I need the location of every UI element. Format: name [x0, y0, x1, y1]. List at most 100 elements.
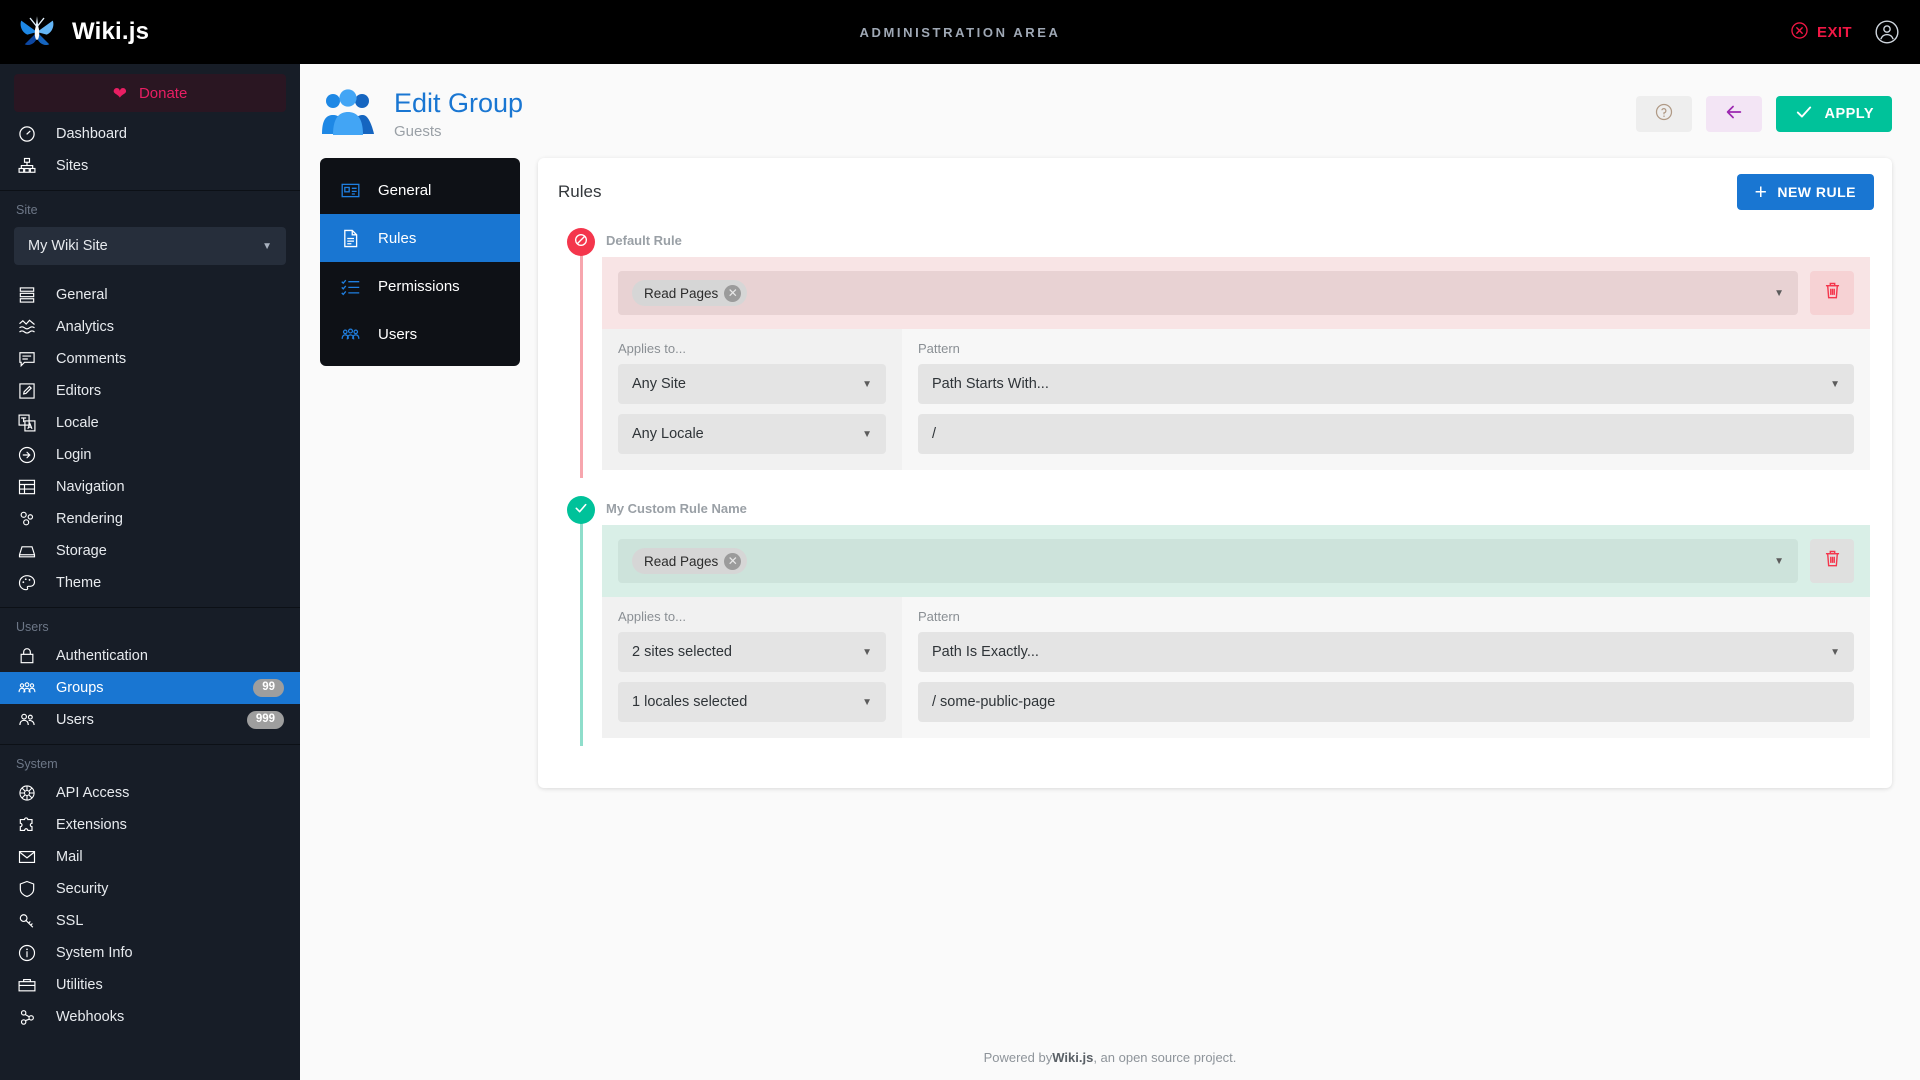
sidebar-item-editors[interactable]: Editors [0, 375, 300, 407]
locale-scope-select[interactable]: Any Locale ▼ [618, 414, 886, 454]
table-icon [16, 476, 38, 498]
rule-mode-toggle-deny[interactable] [567, 228, 595, 256]
sidebar-item-extensions[interactable]: Extensions [0, 809, 300, 841]
sidebar-item-login[interactable]: Login [0, 439, 300, 471]
tab-users[interactable]: Users [320, 310, 520, 358]
account-circle-icon[interactable] [1874, 19, 1900, 45]
sidebar-item-system-info[interactable]: System Info [0, 937, 300, 969]
donate-button[interactable]: ❤ Donate [14, 74, 286, 112]
match-type-select[interactable]: Path Is Exactly... ▼ [918, 632, 1854, 672]
drive-icon [16, 540, 38, 562]
donate-label: Donate [139, 85, 187, 102]
apply-label: APPLY [1824, 106, 1874, 122]
sidebar-item-groups[interactable]: Groups 99 [0, 672, 300, 704]
sidebar-item-api-access[interactable]: API Access [0, 777, 300, 809]
group-tabs: General Rules [320, 158, 520, 366]
pattern-label: Pattern [918, 341, 1854, 356]
site-selector-value: My Wiki Site [28, 238, 108, 254]
rules-panel-header: Rules + NEW RULE [538, 158, 1892, 220]
site-scope-select[interactable]: 2 sites selected ▼ [618, 632, 886, 672]
locale-scope-value: Any Locale [632, 426, 704, 442]
donate-wrap: ❤ Donate [0, 64, 300, 118]
rule-body: My Custom Rule Name Read Pages ✕ ▼ [602, 496, 1870, 738]
sidebar-item-analytics[interactable]: Analytics [0, 311, 300, 343]
footer: Powered by Wiki.js , an open source proj… [300, 1034, 1920, 1080]
site-scope-select[interactable]: Any Site ▼ [618, 364, 886, 404]
sidebar-item-dashboard[interactable]: Dashboard [0, 118, 300, 150]
wikijs-butterfly-logo [16, 11, 58, 53]
sidebar-item-webhooks[interactable]: Webhooks [0, 1001, 300, 1033]
delete-rule-button[interactable] [1810, 271, 1854, 315]
sidebar-item-utilities[interactable]: Utilities [0, 969, 300, 1001]
permission-chip-label: Read Pages [644, 286, 718, 301]
page-title-block: Edit Group Guests [394, 88, 523, 139]
sidebar-item-users[interactable]: Users 999 [0, 704, 300, 736]
tab-permissions[interactable]: Permissions [320, 262, 520, 310]
toolbox-icon [16, 974, 38, 996]
sidebar-item-label: SSL [56, 913, 284, 929]
site-scope-value: Any Site [632, 376, 686, 392]
sidebar-item-ssl[interactable]: SSL [0, 905, 300, 937]
apply-button[interactable]: APPLY [1776, 96, 1892, 132]
sidebar-item-general[interactable]: General [0, 279, 300, 311]
sidebar-item-comments[interactable]: Comments [0, 343, 300, 375]
site-selector[interactable]: My Wiki Site ▼ [14, 227, 286, 265]
exit-button[interactable]: EXIT [1790, 21, 1852, 44]
account-group-color-icon [320, 86, 376, 142]
rule-mode-toggle-allow[interactable] [567, 496, 595, 524]
palette-icon [16, 572, 38, 594]
delete-rule-button[interactable] [1810, 539, 1854, 583]
trash-icon [1822, 548, 1843, 574]
mail-icon [16, 846, 38, 868]
sidebar-section-site: Site [0, 191, 300, 223]
back-button[interactable] [1706, 96, 1762, 132]
rule-permissions-select[interactable]: Read Pages ✕ ▼ [618, 539, 1798, 583]
sidebar-section-users: Users [0, 608, 300, 640]
chevron-down-icon: ▼ [862, 647, 872, 658]
sidebar-item-navigation[interactable]: Navigation [0, 471, 300, 503]
sidebar-item-locale[interactable]: Locale [0, 407, 300, 439]
tab-general[interactable]: General [320, 166, 520, 214]
footer-suffix: , an open source project. [1093, 1050, 1236, 1065]
chevron-down-icon: ▼ [1830, 647, 1840, 658]
sidebar-section-system: System [0, 745, 300, 777]
match-type-select[interactable]: Path Starts With... ▼ [918, 364, 1854, 404]
chevron-down-icon: ▼ [1830, 379, 1840, 390]
sidebar-item-mail[interactable]: Mail [0, 841, 300, 873]
brand[interactable]: Wiki.js [0, 11, 300, 53]
sidebar-item-label: Storage [56, 543, 284, 559]
sidebar-item-rendering[interactable]: Rendering [0, 503, 300, 535]
cogs-icon [16, 508, 38, 530]
sidebar-item-label: Dashboard [56, 126, 284, 142]
sidebar-item-label: System Info [56, 945, 284, 961]
help-circle-icon [1654, 102, 1674, 127]
arrow-left-icon [1723, 101, 1745, 128]
trash-icon [1822, 280, 1843, 306]
sidebar-item-theme[interactable]: Theme [0, 567, 300, 599]
new-rule-button[interactable]: + NEW RULE [1737, 174, 1874, 210]
sidebar-item-storage[interactable]: Storage [0, 535, 300, 567]
puzzle-icon [16, 814, 38, 836]
webhook-icon [16, 1006, 38, 1028]
path-input[interactable]: / [918, 414, 1854, 454]
tab-rules[interactable]: Rules [320, 214, 520, 262]
close-circle-icon[interactable]: ✕ [724, 285, 741, 302]
lock-icon [16, 645, 38, 667]
close-circle-icon[interactable]: ✕ [724, 553, 741, 570]
locale-scope-select[interactable]: 1 locales selected ▼ [618, 682, 886, 722]
comment-text-icon [16, 348, 38, 370]
plus-icon: + [1755, 182, 1768, 203]
sidebar-item-sites[interactable]: Sites [0, 150, 300, 182]
page-title: Edit Group [394, 88, 523, 119]
path-input[interactable]: / some-public-page [918, 682, 1854, 722]
rule-permissions-select[interactable]: Read Pages ✕ ▼ [618, 271, 1798, 315]
sidebar-item-label: Webhooks [56, 1009, 284, 1025]
rule-scope-fields: Applies to... 2 sites selected ▼ 1 local… [602, 597, 902, 738]
footer-brand: Wiki.js [1052, 1050, 1093, 1065]
sidebar-item-authentication[interactable]: Authentication [0, 640, 300, 672]
help-button[interactable] [1636, 96, 1692, 132]
applies-to-label: Applies to... [618, 609, 886, 624]
account-group-icon [338, 322, 362, 346]
rule-pattern-fields: Pattern Path Starts With... ▼ / [902, 329, 1870, 470]
sidebar-item-security[interactable]: Security [0, 873, 300, 905]
